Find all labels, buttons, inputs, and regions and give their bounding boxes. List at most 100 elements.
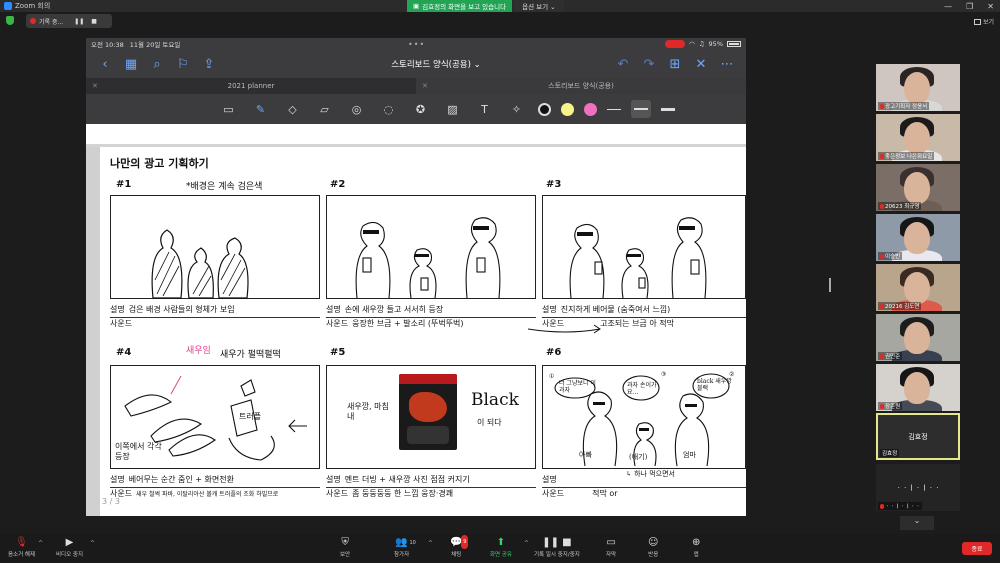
- participant-tile[interactable]: 20216 김도연: [876, 264, 960, 311]
- sound-text: 웅장한 브금 + 발소리 (뚜벅뚜벅): [352, 319, 464, 328]
- divider: [326, 487, 536, 488]
- maximize-button[interactable]: ❐: [966, 2, 973, 11]
- window-title: Zoom 회의: [15, 2, 51, 10]
- sound-label: 사운드: [110, 319, 133, 328]
- security-button[interactable]: ⛨ 보안: [340, 536, 350, 558]
- pen-tool-icon[interactable]: ✎: [250, 98, 272, 120]
- search-icon[interactable]: ⌕: [144, 57, 170, 72]
- minimize-button[interactable]: —: [944, 2, 952, 11]
- image-tool-icon[interactable]: ▨: [442, 98, 464, 120]
- participant-tile[interactable]: 광고기획자 정윤서: [876, 64, 960, 111]
- shield-icon: ⛨: [341, 537, 349, 548]
- mic-options-caret[interactable]: ^: [38, 540, 43, 547]
- share-banner: ▣ 김효정의 화면을 보고 있습니다 옵션 보기 ⌄: [407, 0, 564, 12]
- muted-mic-icon: 🎙: [15, 537, 28, 548]
- desc-text: 멘트 더빙 + 새우깡 사진 점점 커지기: [344, 475, 470, 484]
- battery-icon: [727, 41, 741, 47]
- smiley-icon: ☺: [648, 537, 659, 548]
- panel-resize-handle[interactable]: [829, 278, 831, 292]
- color-black-swatch[interactable]: [537, 102, 551, 116]
- video-options-caret[interactable]: ^: [90, 540, 95, 547]
- muted-mic-icon: [880, 203, 884, 209]
- read-mode-icon[interactable]: ▭: [218, 98, 240, 120]
- redo-icon[interactable]: ↷: [636, 57, 662, 72]
- active-speaker-tile[interactable]: 김효정 김효정: [876, 413, 960, 460]
- chat-button[interactable]: 💬 9 채팅: [450, 535, 469, 558]
- participant-name: 김효정: [880, 449, 900, 457]
- lasso-tool-icon[interactable]: ◌: [378, 98, 400, 120]
- participant-tile[interactable]: 20623 최규영: [876, 164, 960, 211]
- storyboard-frame: ① ③ ② 너 그냥보니 이 과자 과자 손이가요... black 새우깡블랙…: [542, 365, 746, 469]
- undo-icon[interactable]: ↶: [610, 57, 636, 72]
- scene-number: #3: [546, 179, 562, 190]
- cc-icon: ▭: [606, 537, 616, 548]
- more-icon[interactable]: ⋯: [714, 57, 740, 72]
- muted-mic-icon: [880, 103, 884, 109]
- storyboard-page: 나만의 광고 기획하기 3 / 3 #1 *배경은 계속 검은색 #2 #3 설…: [86, 147, 746, 516]
- desc-text: 진지하게 베어물 (숨죽여서 느낌): [560, 305, 671, 314]
- document-title[interactable]: 스토리보드 양식(공용) ⌄: [356, 58, 516, 70]
- participant-tile[interactable]: 좋은정보 나은화요일: [876, 114, 960, 161]
- stop-recording-button[interactable]: ■: [91, 18, 97, 25]
- participants-options-caret[interactable]: ^: [428, 540, 433, 547]
- reactions-button[interactable]: ☺ 반응: [648, 536, 658, 558]
- sticker-tool-icon[interactable]: ✪: [410, 98, 432, 120]
- close-window-button[interactable]: ✕: [987, 2, 994, 11]
- bubble-number: ①: [549, 373, 555, 380]
- stroke-thin-option[interactable]: [606, 108, 621, 110]
- sound-label: 사운드: [326, 489, 349, 498]
- apps-button[interactable]: ⊕ 앱: [692, 536, 700, 558]
- color-yellow-swatch[interactable]: [560, 102, 574, 116]
- security-shield-icon[interactable]: [6, 16, 14, 25]
- desc-label: 설명: [542, 475, 557, 484]
- participant-tile[interactable]: 이승빈: [876, 214, 960, 261]
- tab-2021-planner[interactable]: ✕ 2021 planner: [86, 78, 416, 94]
- eraser-tool-icon[interactable]: ◇: [282, 98, 304, 120]
- pause-recording-button[interactable]: ❚❚: [74, 18, 84, 25]
- bookmark-icon[interactable]: ⚐: [170, 57, 196, 72]
- view-options-button[interactable]: 옵션 보기 ⌄: [514, 0, 564, 12]
- frame-annotation: ↳ 하나 먹으면서: [626, 470, 675, 478]
- share-options-caret[interactable]: ^: [524, 540, 529, 547]
- laser-pointer-icon[interactable]: ✧: [506, 98, 528, 120]
- add-page-icon[interactable]: ⊞: [662, 57, 688, 72]
- storyboard-frame: [326, 195, 536, 299]
- scroll-down-button[interactable]: ⌄: [900, 516, 934, 530]
- participants-button[interactable]: 👥 10 참가자: [394, 536, 416, 558]
- back-icon[interactable]: ‹: [92, 57, 118, 72]
- scene-number: #1: [116, 179, 132, 190]
- highlighter-tool-icon[interactable]: ▱: [314, 98, 336, 120]
- zoom-window: Zoom 회의 — ❐ ✕ ▣ 김효정의 화면을 보고 있습니다 옵션 보기 ⌄…: [0, 0, 1000, 563]
- frame-annotation: 새우깡, 마침내: [347, 402, 389, 421]
- participant-tile[interactable]: 장준원: [876, 364, 960, 411]
- tab-label: 2021 planner: [227, 82, 275, 90]
- shape-tool-icon[interactable]: ◎: [346, 98, 368, 120]
- scene-number: #4: [116, 347, 132, 358]
- pause-stop-recording-button[interactable]: ❚❚ ■ 기록 일시 중지/중지: [534, 536, 580, 558]
- tab-storyboard[interactable]: ✕ 스토리보드 양식(공용): [416, 78, 746, 94]
- text-tool-icon[interactable]: T: [474, 98, 496, 120]
- scene-number: #2: [330, 179, 346, 190]
- color-pink-swatch[interactable]: [583, 102, 597, 116]
- ipad-status-bar: 오전 10:38 11월 20일 토요일 ••• ◠ ♫ 95%: [86, 38, 746, 50]
- scene-note: *배경은 계속 검은색: [186, 182, 263, 192]
- unread-badge: 9: [461, 535, 469, 549]
- unmute-button[interactable]: 🎙 음소거 해제: [8, 536, 35, 558]
- participant-tile[interactable]: 권민준: [876, 314, 960, 361]
- participant-name: ㆍㆍㅣㆍㅣㆍㆍ: [878, 502, 923, 510]
- stop-video-button[interactable]: ▶ 비디오 중지: [56, 536, 83, 558]
- share-icon[interactable]: ⇪: [196, 57, 222, 72]
- captions-button[interactable]: ▭ 자막: [606, 536, 616, 558]
- stroke-medium-option[interactable]: [630, 100, 651, 118]
- thumbnails-icon[interactable]: ▦: [118, 57, 144, 72]
- pen-toggle-icon[interactable]: ✕: [688, 57, 714, 72]
- page-margin: [86, 147, 100, 516]
- participant-tile[interactable]: ㆍㆍㅣㆍㅣㆍㆍ ㆍㆍㅣㆍㅣㆍㆍ: [876, 464, 960, 511]
- share-screen-button[interactable]: ⬆ 화면 공유: [490, 536, 512, 558]
- gallery-view-button[interactable]: 보기: [973, 17, 994, 26]
- recording-indicator: 기록 중... ❚❚ ■: [26, 14, 112, 28]
- chat-bubble-icon: 💬 9: [450, 535, 469, 549]
- stroke-thick-option[interactable]: [660, 107, 675, 111]
- end-meeting-button[interactable]: 종료: [962, 542, 992, 555]
- muted-mic-icon: [880, 403, 884, 409]
